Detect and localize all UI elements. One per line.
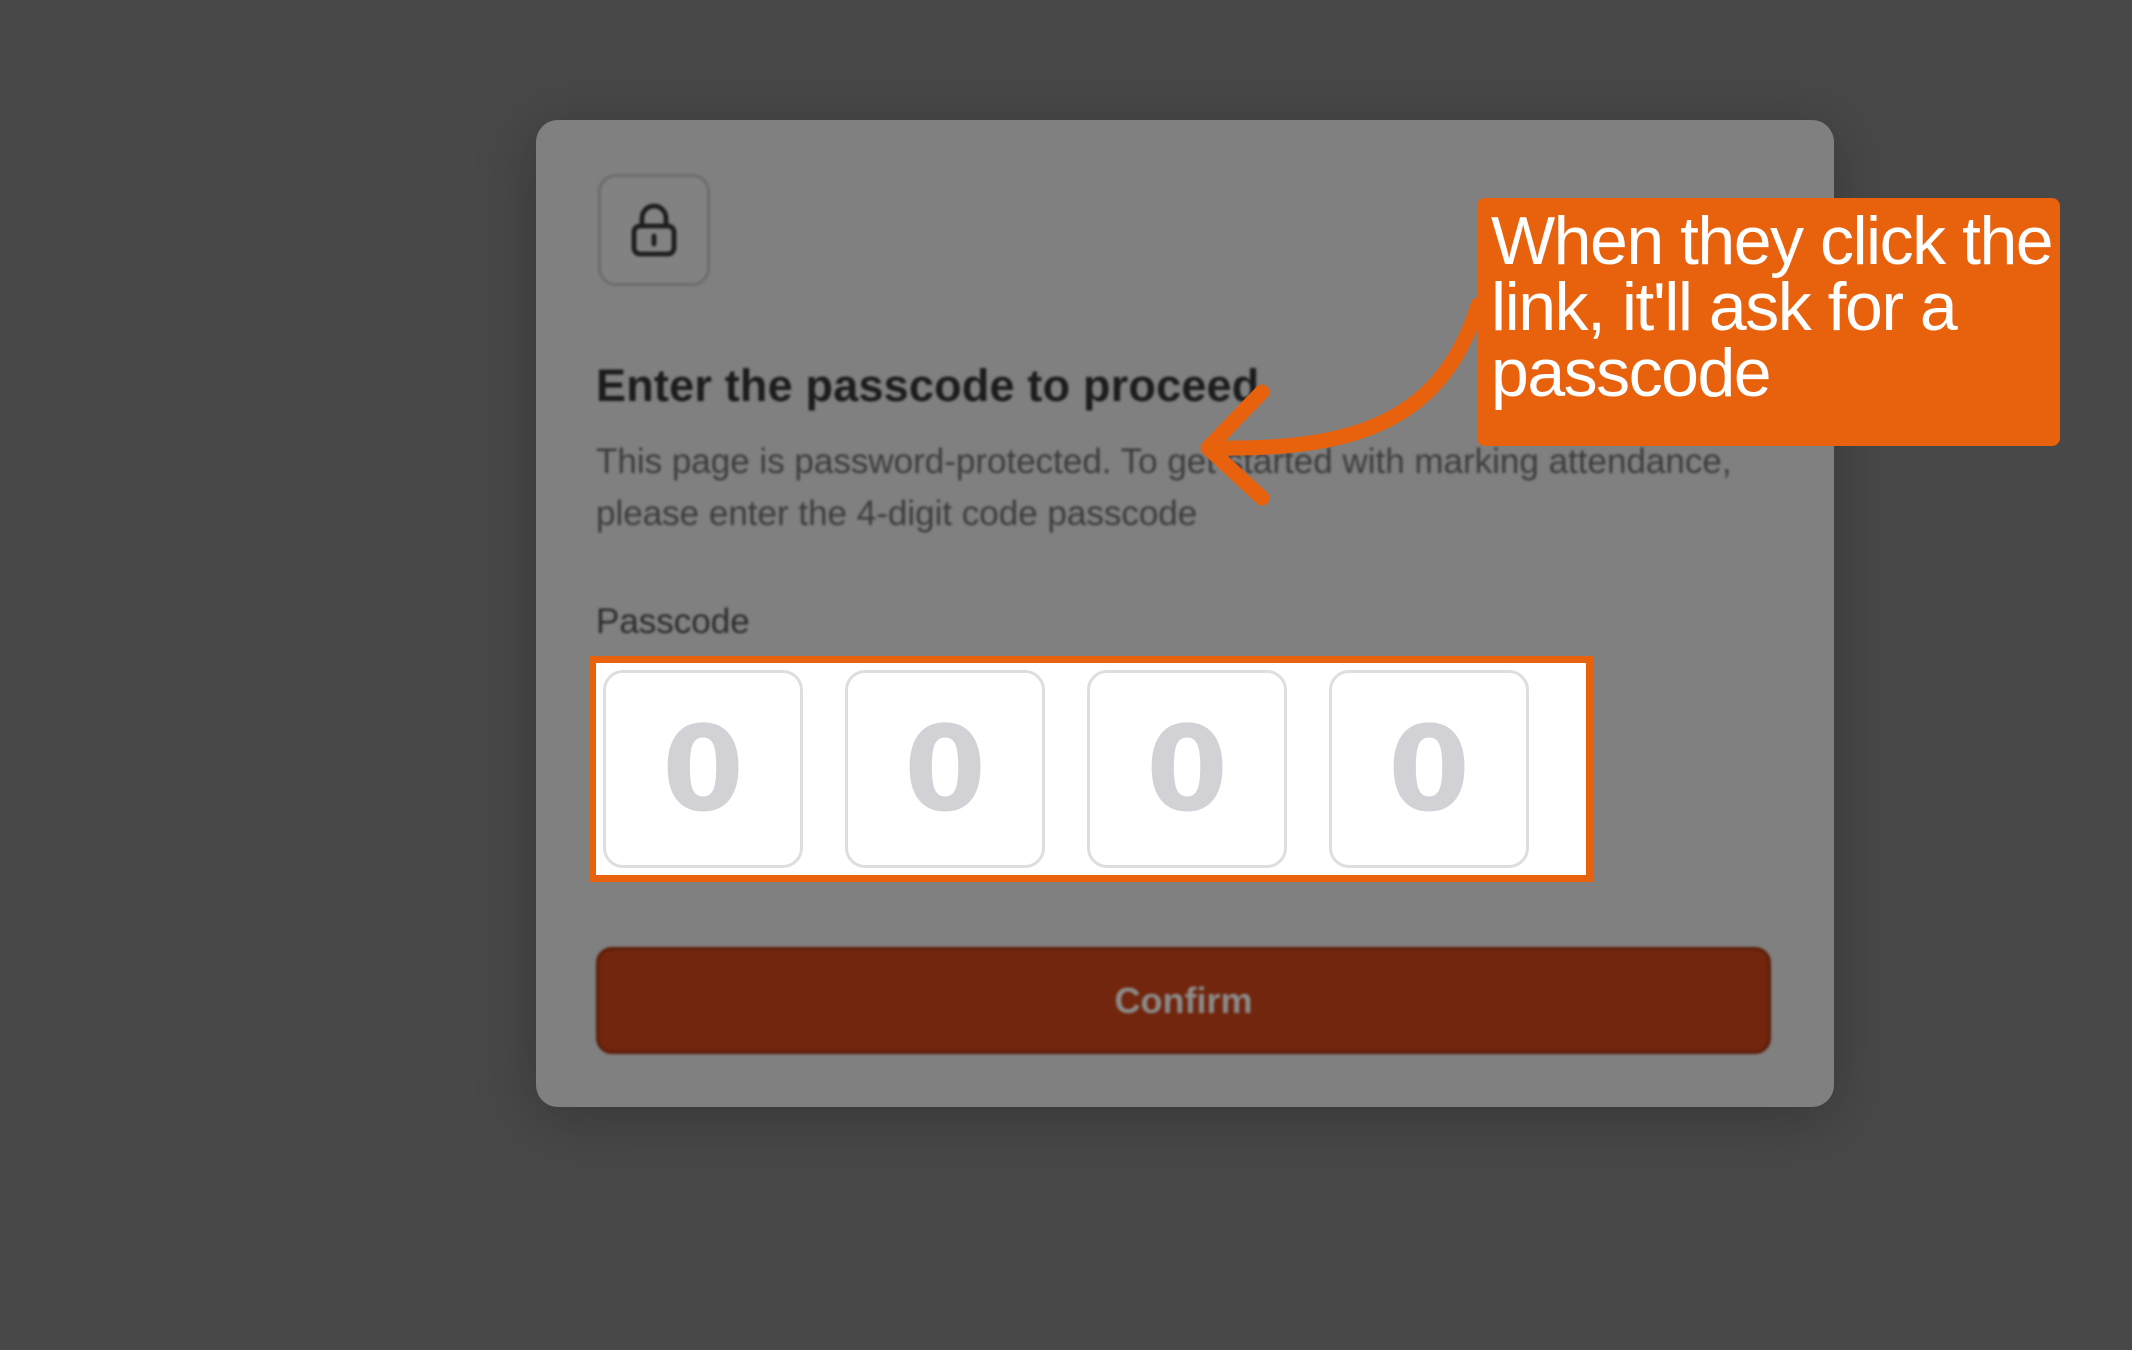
annotation-callout: When they click the link, it'll ask for … — [1477, 198, 2060, 446]
passcode-digit-2[interactable]: 0 — [845, 670, 1045, 868]
screenshot-stage: Enter the passcode to proceed This page … — [0, 0, 2132, 1350]
passcode-digit-3[interactable]: 0 — [1087, 670, 1287, 868]
confirm-button[interactable]: Confirm — [596, 947, 1771, 1054]
passcode-input-highlight: 0 0 0 0 — [589, 656, 1593, 882]
modal-description: This page is password-protected. To get … — [596, 442, 1732, 533]
passcode-digit-4[interactable]: 0 — [1329, 670, 1529, 868]
modal-title: Enter the passcode to proceed — [596, 360, 1260, 411]
passcode-label: Passcode — [596, 602, 750, 641]
lock-icon-container — [598, 174, 710, 286]
passcode-input-group: 0 0 0 0 — [603, 670, 1529, 868]
passcode-digit-1[interactable]: 0 — [603, 670, 803, 868]
lock-icon — [631, 203, 677, 257]
